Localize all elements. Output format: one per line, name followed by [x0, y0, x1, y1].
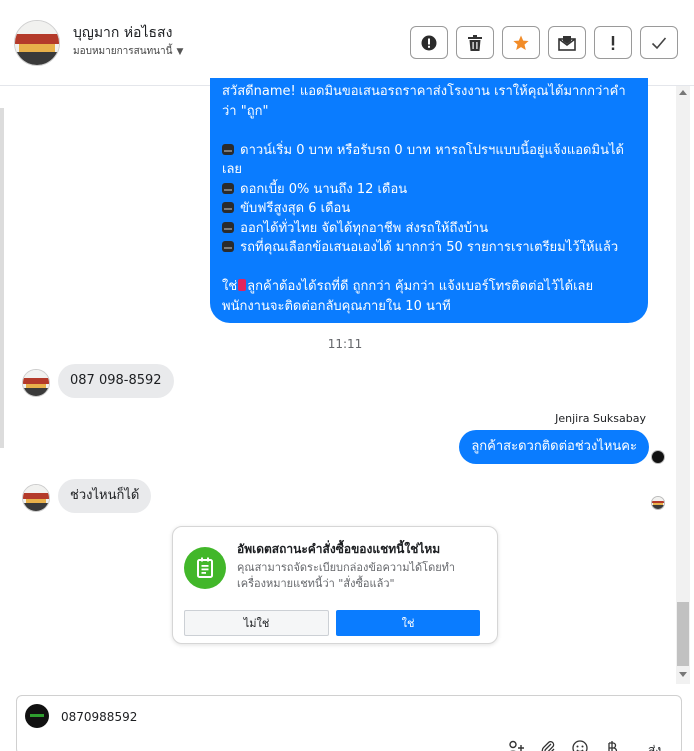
scrollbar-track[interactable] — [676, 86, 690, 684]
promo-line: สวัสดีname! แอดมินขอเสนอรถราคาส่งโรงงาน … — [222, 84, 626, 119]
order-status-prompt: อัพเดตสถานะคำสั่งซื้อของแชทนี้ใช่ไหม คุณ… — [172, 526, 498, 644]
order-document-icon — [184, 547, 226, 589]
incoming-anytime-message[interactable]: ช่วงไหนก็ได้ — [58, 479, 152, 513]
scroll-up-arrow-icon[interactable] — [679, 90, 687, 95]
attachment-icon[interactable] — [539, 740, 557, 751]
promo-line: พนักงานจะติดต่อกลับคุณภายใน 10 นาที — [222, 298, 451, 314]
contact-avatar-small[interactable] — [22, 484, 50, 512]
car-emoji-icon — [222, 241, 234, 252]
sender-name: Jenjira Suksabay — [555, 412, 646, 425]
contact-avatar[interactable] — [14, 20, 60, 66]
trash-icon — [468, 34, 482, 51]
incoming-phone-message[interactable]: 087 098-8592 — [58, 364, 174, 398]
caret-down-icon: ▼ — [176, 46, 184, 57]
send-button[interactable]: ส่ง — [648, 741, 661, 751]
outgoing-question-message[interactable]: ลูกค้าสะดวกติดต่อช่วงไหนคะ — [459, 430, 649, 464]
message-timestamp: 11:11 — [327, 337, 363, 351]
car-emoji-icon — [222, 143, 234, 155]
assign-dropdown[interactable]: มอบหมายการสนทนานี้ ▼ — [73, 44, 183, 59]
assign-label: มอบหมายการสนทนานี้ — [73, 46, 173, 57]
promo-line: รถที่คุณเลือกข้อเสนอเองได้ มากกว่า 50 รา… — [222, 238, 636, 258]
mark-spam-button[interactable] — [410, 26, 448, 59]
conversation-header: บุญมาก ห่อไธสง มอบหมายการสนทนานี้ ▼ — [0, 0, 694, 86]
exclamation-icon — [611, 35, 615, 50]
header-actions — [410, 26, 678, 59]
message-composer: 0870988592 ส่ง — [16, 695, 682, 751]
promo-line: ออกได้ทั่วไทย จัดได้ทุกอาชีพ ส่งรถให้ถึง… — [222, 219, 636, 239]
prompt-yes-button[interactable]: ใช่ — [336, 610, 480, 636]
promo-line: ขับฟรีสูงสุด 6 เดือน — [222, 199, 636, 219]
alert-circle-icon — [421, 35, 437, 50]
car-emoji-icon — [222, 182, 234, 194]
contact-name[interactable]: บุญมาก ห่อไธสง — [73, 22, 172, 44]
car-emoji-icon — [222, 202, 234, 213]
mail-icon — [558, 35, 576, 51]
promo-line: ใช่ ลูกค้าต้องได้รถที่ดี ถูกกว่า คุ้มกว่า… — [222, 279, 594, 294]
exclamation-emoji-icon — [238, 279, 247, 291]
message-input[interactable]: 0870988592 — [61, 710, 137, 724]
star-icon — [513, 35, 529, 50]
follow-up-button[interactable] — [594, 26, 632, 59]
mark-unread-button[interactable] — [548, 26, 586, 59]
prompt-body: คุณสามารถจัดระเบียบกล่องข้อความได้โดยทำเ… — [237, 561, 456, 590]
outgoing-promo-message[interactable]: สวัสดีname! แอดมินขอเสนอรถราคาส่งโรงงาน … — [210, 78, 648, 323]
read-receipt-avatar — [651, 450, 665, 464]
delete-button[interactable] — [456, 26, 494, 59]
star-button[interactable] — [502, 26, 540, 59]
prompt-title: อัพเดตสถานะคำสั่งซื้อของแชทนี้ใช่ไหม — [237, 542, 441, 556]
baht-icon[interactable] — [603, 740, 621, 751]
left-scroll-rail — [0, 108, 4, 448]
seen-receipt-avatar — [651, 496, 665, 510]
scroll-down-arrow-icon[interactable] — [679, 672, 687, 677]
check-icon — [651, 36, 667, 49]
page-avatar — [25, 704, 49, 728]
emoji-icon[interactable] — [571, 740, 589, 751]
promo-line: ดาวน์เริ่ม 0 บาท หรือรับรถ 0 บาท หารถโปร… — [222, 142, 624, 177]
prompt-no-button[interactable]: ไม่ใช่ — [184, 610, 329, 636]
car-emoji-icon — [222, 221, 234, 233]
contact-avatar-small[interactable] — [22, 369, 50, 397]
add-contact-icon[interactable] — [507, 740, 525, 751]
promo-line: ดอกเบี้ย 0% นานถึง 12 เดือน — [222, 180, 636, 200]
mark-done-button[interactable] — [640, 26, 678, 59]
scrollbar-thumb[interactable] — [677, 602, 689, 666]
composer-tools — [507, 740, 621, 751]
